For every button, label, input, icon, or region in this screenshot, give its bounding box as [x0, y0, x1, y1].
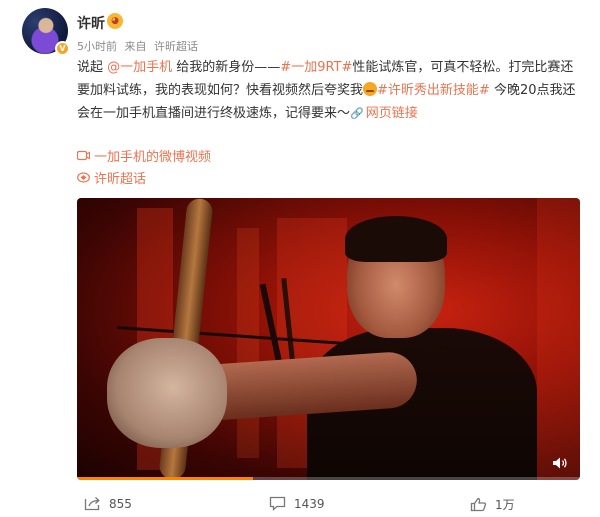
comment-button[interactable]: 1439: [269, 496, 325, 511]
like-icon: [470, 497, 487, 512]
archer-hair: [345, 216, 447, 262]
video-player[interactable]: [77, 198, 580, 480]
action-bar: 855 1439 1万: [77, 496, 580, 516]
face-emoji-icon: ◕: [107, 13, 123, 29]
forward-button[interactable]: 855: [84, 496, 132, 511]
source-prefix: 来自: [124, 40, 147, 53]
username[interactable]: 许昕: [77, 13, 105, 33]
web-link[interactable]: 🔗 网页链接: [350, 106, 418, 121]
forward-icon: [84, 497, 100, 511]
text-segment: 给我的新身份——: [172, 60, 281, 75]
verified-badge-icon: V: [55, 41, 70, 56]
post-source[interactable]: 许昕超话: [154, 40, 198, 53]
smile-emoji-icon: [363, 82, 378, 96]
web-link-label: 网页链接: [365, 106, 418, 121]
background-panel: [237, 228, 259, 458]
comment-count: 1439: [294, 496, 325, 511]
hashtag-link[interactable]: #一加9RT#: [280, 60, 352, 75]
post-text: 说起 @一加手机 给我的新身份——#一加9RT#性能试炼官，可真不轻松。打完比赛…: [77, 56, 585, 125]
video-icon: [77, 150, 90, 161]
video-source-label: 一加手机的微博视频: [94, 150, 212, 165]
mention-link[interactable]: @一加手机: [107, 60, 172, 75]
video-progress-bar[interactable]: [77, 477, 580, 480]
background-panel: [537, 198, 580, 480]
hashtag-link[interactable]: #许昕秀出新技能#: [377, 83, 490, 98]
chain-link-icon: 🔗: [350, 107, 364, 120]
text-segment: 说起: [77, 60, 108, 75]
avatar[interactable]: V: [22, 8, 70, 56]
post-meta: 5小时前 来自 许昕超话: [77, 38, 202, 54]
forward-count: 855: [109, 496, 132, 511]
topic-label: 许昕超话: [94, 172, 147, 187]
archer-fist: [107, 338, 227, 448]
comment-icon: [269, 496, 286, 511]
video-source-link[interactable]: 一加手机的微博视频: [77, 146, 211, 165]
video-progress-fill: [77, 477, 254, 480]
topic-icon: [77, 172, 90, 183]
post-time[interactable]: 5小时前: [77, 40, 117, 53]
like-button[interactable]: 1万: [470, 496, 515, 513]
like-count: 1万: [495, 498, 515, 512]
topic-link[interactable]: 许昕超话: [77, 168, 146, 187]
speaker-icon[interactable]: [552, 456, 568, 470]
